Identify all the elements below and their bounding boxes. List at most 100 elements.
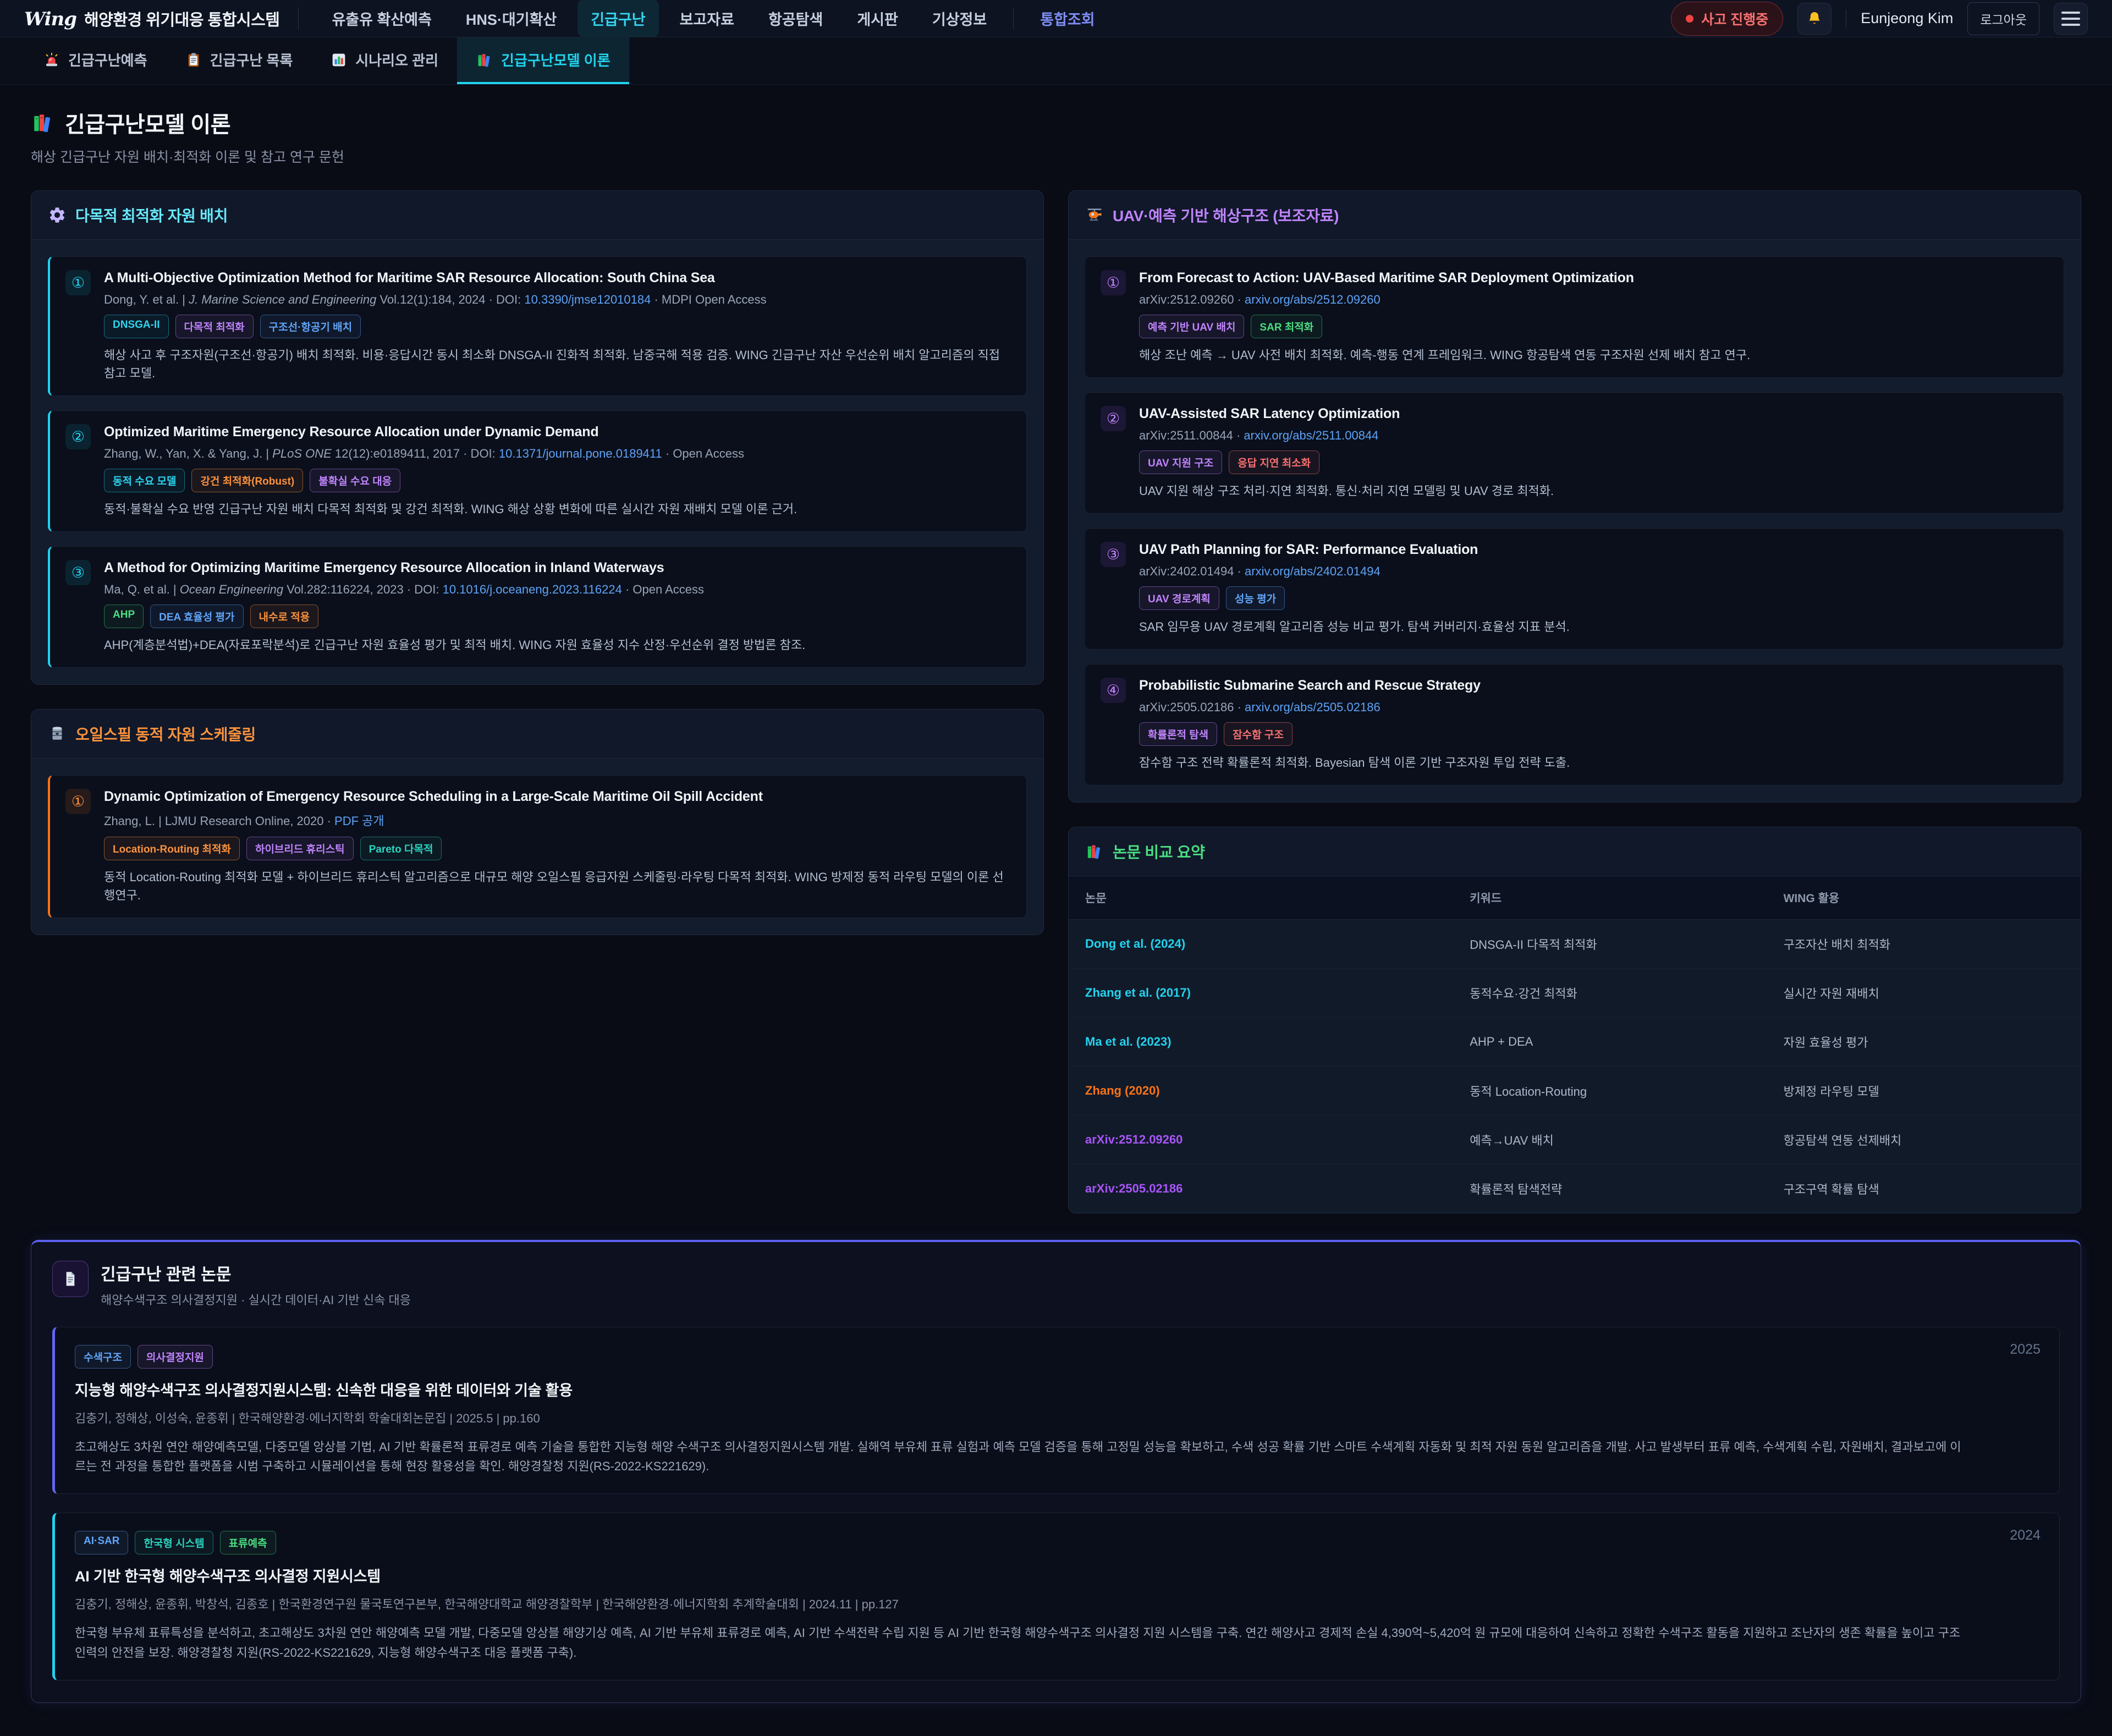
nav-aerial-search[interactable]: 항공탐색: [755, 0, 836, 37]
nav-reports[interactable]: 보고자료: [667, 0, 747, 37]
paper-meta: arXiv:2512.09260 · arxiv.org/abs/2512.09…: [1139, 293, 1750, 307]
nav-oil-spill-forecast[interactable]: 유출유 확산예측: [318, 0, 444, 37]
table-row: Zhang (2020) 동적 Location-Routing 방제정 라우팅…: [1069, 1067, 2081, 1116]
arxiv-link[interactable]: arxiv.org/abs/2402.01494: [1245, 564, 1380, 578]
paper-link[interactable]: Ma et al. (2023): [1069, 1018, 1453, 1067]
tab-scenario-management[interactable]: 시나리오 관리: [311, 37, 457, 84]
paper-description: 해상 조난 예측 → UAV 사전 배치 최적화. 예측-행동 연계 프레임워크…: [1139, 346, 1750, 364]
tab-rescue-list[interactable]: 긴급구난 목록: [166, 37, 312, 84]
tag: 잠수함 구조: [1224, 722, 1292, 746]
tag-row: 예측 기반 UAV 배치 SAR 최적화: [1139, 315, 1750, 338]
nav-integrated-search[interactable]: 통합조회: [1027, 0, 1108, 37]
books-icon: [1085, 842, 1104, 861]
column-header: 논문: [1069, 876, 1453, 920]
user-name: Eunjeong Kim: [1861, 10, 1953, 27]
table-row: arXiv:2512.09260 예측→UAV 배치 항공탐색 연동 선제배치: [1069, 1116, 2081, 1164]
meta-journal: PLoS ONE: [272, 447, 332, 460]
arxiv-link[interactable]: arxiv.org/abs/2505.02186: [1245, 700, 1380, 714]
page-title: 긴급구난모델 이론: [65, 107, 230, 139]
paper-link[interactable]: Zhang (2020): [1069, 1067, 1453, 1116]
tag: 성능 평가: [1226, 586, 1285, 610]
table-row: arXiv:2505.02186 확률론적 탐색전략 구조구역 확률 탐색: [1069, 1164, 2081, 1213]
brand-wing: Wing: [24, 8, 76, 30]
incident-status-badge[interactable]: 사고 진행중: [1671, 2, 1783, 36]
tag: UAV 경로계획: [1139, 586, 1219, 610]
paper-link[interactable]: arXiv:2512.09260: [1069, 1116, 1453, 1164]
incident-badge-label: 사고 진행중: [1701, 9, 1768, 29]
card-comparison: 논문 비교 요약 논문 키워드 WING 활용 Dong et al. (202…: [1068, 827, 2081, 1213]
notifications-button[interactable]: [1797, 3, 1832, 35]
header-actions: 사고 진행중 Eunjeong Kim 로그아웃: [1671, 2, 2088, 36]
paper-content: A Method for Optimizing Maritime Emergen…: [104, 560, 805, 654]
paper-number-badge: ④: [1101, 678, 1126, 703]
table-header-row: 논문 키워드 WING 활용: [1069, 876, 2081, 920]
right-column: UAV·예측 기반 해상구조 (보조자료) ① From Forecast to…: [1068, 190, 2081, 1213]
paper-content: Optimized Maritime Emergency Resource Al…: [104, 424, 797, 518]
paper-content: Dynamic Optimization of Emergency Resour…: [104, 789, 1011, 904]
paper-item: ① A Multi-Objective Optimization Method …: [48, 256, 1027, 396]
table-row: Zhang et al. (2017) 동적수요·강건 최적화 실시간 자원 재…: [1069, 969, 2081, 1018]
tag: AI·SAR: [75, 1531, 128, 1554]
tag-row: AHP DEA 효율성 평가 내수로 적용: [104, 605, 805, 628]
tag: 강건 최적화(Robust): [191, 469, 303, 492]
tab-rescue-model-theory[interactable]: 긴급구난모델 이론: [457, 37, 629, 84]
tag: DEA 효율성 평가: [150, 605, 243, 628]
tab-label: 긴급구난예측: [68, 50, 147, 70]
nav-hns-diffusion[interactable]: HNS·대기확산: [453, 0, 570, 37]
nav-board[interactable]: 게시판: [844, 0, 911, 37]
related-subtitle: 해양수색구조 의사결정지원 · 실시간 데이터·AI 기반 신속 대응: [101, 1290, 411, 1308]
paper-title: A Method for Optimizing Maritime Emergen…: [104, 560, 805, 576]
doi-link[interactable]: 10.3390/jmse12010184: [524, 293, 651, 306]
tab-label: 긴급구난 목록: [210, 50, 293, 70]
tag: 구조선·항공기 배치: [260, 315, 361, 338]
doi-link[interactable]: 10.1371/journal.pone.0189411: [499, 447, 662, 460]
table-row: Ma et al. (2023) AHP + DEA 자원 효율성 평가: [1069, 1018, 2081, 1067]
paper-item: ① From Forecast to Action: UAV-Based Mar…: [1085, 256, 2064, 378]
wing-usage-cell: 실시간 자원 재배치: [1767, 969, 2081, 1018]
arxiv-link[interactable]: arxiv.org/abs/2511.00844: [1244, 428, 1378, 442]
tab-rescue-forecast[interactable]: 긴급구난예측: [24, 37, 166, 84]
paper-title: Dynamic Optimization of Emergency Resour…: [104, 789, 1011, 805]
paper-description: 해상 사고 후 구조자원(구조선·항공기) 배치 최적화. 비용·응답시간 동시…: [104, 346, 1011, 382]
tag: 확률론적 탐색: [1139, 722, 1217, 746]
paper-meta: 김충기, 정해상, 윤종휘, 박창석, 김종호 | 한국환경연구원 물국토연구본…: [75, 1595, 1966, 1612]
paper-meta: Ma, Q. et al. | Ocean Engineering Vol.28…: [104, 583, 805, 597]
keyword-cell: DNSGA-II 다목적 최적화: [1453, 920, 1767, 969]
paper-item: ④ Probabilistic Submarine Search and Res…: [1085, 664, 2064, 785]
wing-usage-cell: 항공탐색 연동 선제배치: [1767, 1116, 2081, 1164]
tag: 의사결정지원: [138, 1345, 213, 1369]
paper-content: UAV Path Planning for SAR: Performance E…: [1139, 542, 1570, 636]
page-header: 긴급구난모델 이론: [31, 107, 2081, 139]
paper-link[interactable]: arXiv:2505.02186: [1069, 1164, 1453, 1213]
tag: Pareto 다목적: [360, 837, 442, 860]
top-header: Wing 해양환경 위기대응 통합시스템 유출유 확산예측 HNS·대기확산 긴…: [0, 0, 2112, 37]
meta-journal: Ocean Engineering: [180, 583, 283, 596]
card-body: ① Dynamic Optimization of Emergency Reso…: [31, 759, 1043, 935]
arxiv-link[interactable]: arxiv.org/abs/2512.09260: [1245, 293, 1380, 306]
tag-row: 동적 수요 모델 강건 최적화(Robust) 불확실 수요 대응: [104, 469, 797, 492]
paper-number-badge: ③: [65, 560, 91, 585]
meta-volume: 12(12):e0189411, 2017 · DOI:: [332, 447, 499, 460]
nav-weather[interactable]: 기상정보: [919, 0, 1000, 37]
paper-meta: arXiv:2402.01494 · arxiv.org/abs/2402.01…: [1139, 564, 1570, 579]
table-row: Dong et al. (2024) DNSGA-II 다목적 최적화 구조자산…: [1069, 920, 2081, 969]
menu-button[interactable]: [2054, 3, 2088, 35]
paper-title: A Multi-Objective Optimization Method fo…: [104, 270, 1011, 286]
document-icon: [62, 1270, 79, 1288]
card-header: UAV·예측 기반 해상구조 (보조자료): [1069, 191, 2081, 240]
tag: SAR 최적화: [1251, 315, 1322, 338]
meta-arxiv-id: arXiv:2512.09260 ·: [1139, 293, 1245, 306]
page-subtitle: 해상 긴급구난 자원 배치·최적화 이론 및 참고 연구 문헌: [31, 146, 2081, 166]
paper-title: UAV Path Planning for SAR: Performance E…: [1139, 542, 1570, 558]
paper-content: From Forecast to Action: UAV-Based Marit…: [1139, 270, 1750, 364]
paper-link[interactable]: Dong et al. (2024): [1069, 920, 1453, 969]
keyword-cell: 예측→UAV 배치: [1453, 1116, 1767, 1164]
doi-link[interactable]: 10.1016/j.oceaneng.2023.116224: [443, 583, 622, 596]
paper-link[interactable]: Zhang et al. (2017): [1069, 969, 1453, 1018]
nav-emergency-rescue[interactable]: 긴급구난: [578, 0, 658, 37]
logout-button[interactable]: 로그아웃: [1967, 2, 2039, 35]
column-header: WING 활용: [1767, 876, 2081, 920]
paper-year: 2024: [2010, 1528, 2041, 1543]
pdf-link[interactable]: PDF 공개: [334, 814, 384, 828]
paper-number-badge: ①: [1101, 270, 1126, 295]
